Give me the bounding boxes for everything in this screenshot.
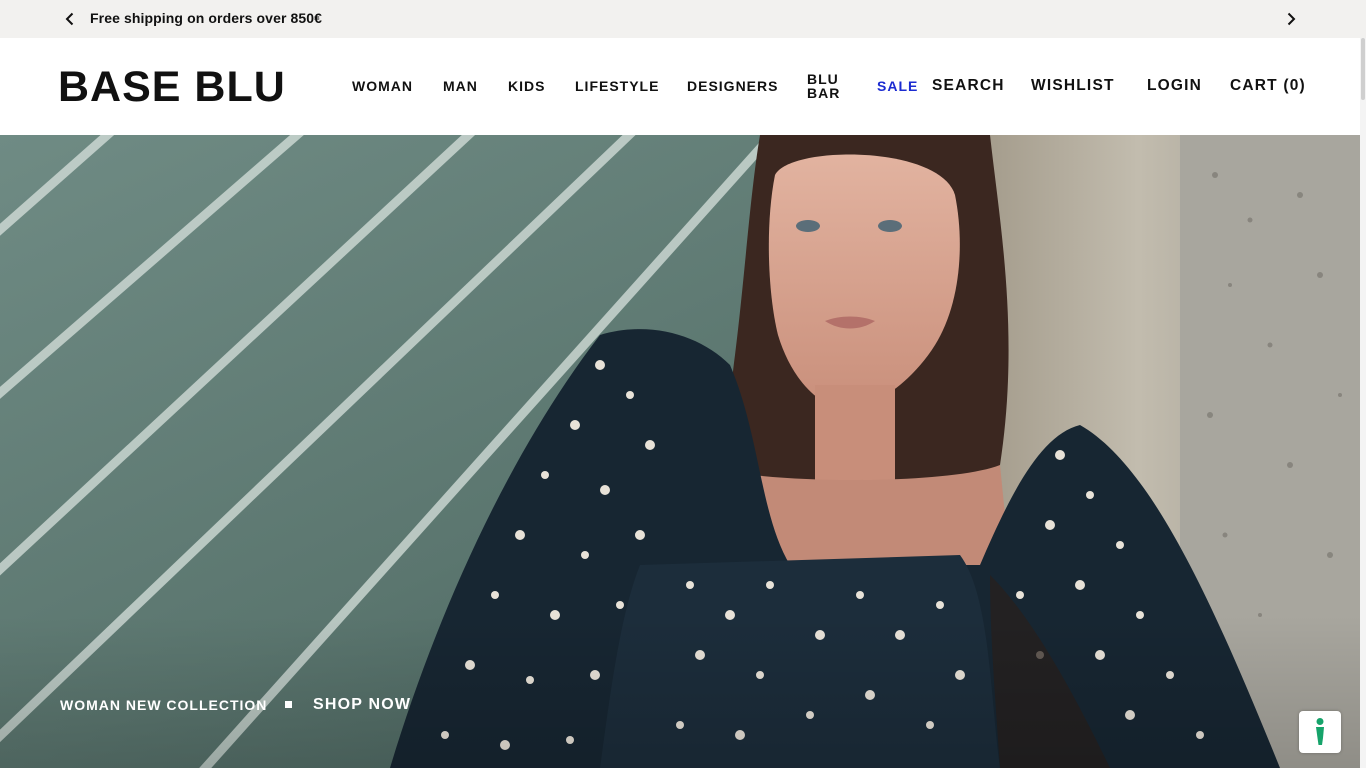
nav-woman[interactable]: WOMAN	[352, 78, 413, 94]
nav-blu-bar-line2: BAR	[807, 85, 841, 101]
page-scrollbar[interactable]	[1360, 38, 1366, 768]
announcement-bar: Free shipping on orders over 850€	[0, 0, 1366, 38]
login-link[interactable]: LOGIN	[1147, 77, 1202, 95]
chevron-right-icon[interactable]	[1281, 9, 1301, 29]
accessibility-icon	[1299, 711, 1341, 753]
nav-man[interactable]: MAN	[443, 78, 478, 94]
nav-sale[interactable]: SALE	[877, 78, 918, 94]
announcement-text: Free shipping on orders over 850€	[90, 10, 323, 26]
nav-designers[interactable]: DESIGNERS	[687, 78, 778, 94]
separator-square-icon	[285, 701, 292, 708]
cart-link[interactable]: CART (0)	[1230, 77, 1306, 95]
wishlist-link[interactable]: WISHLIST	[1031, 77, 1115, 95]
scrollbar-thumb[interactable]	[1361, 38, 1365, 100]
logo[interactable]: BASE BLU	[58, 64, 286, 110]
chevron-left-icon[interactable]	[60, 9, 80, 29]
hero-banner[interactable]	[0, 135, 1360, 768]
collection-label[interactable]: WOMAN NEW COLLECTION	[60, 697, 267, 713]
accessibility-button[interactable]	[1299, 711, 1341, 753]
search-link[interactable]: SEARCH	[932, 77, 1005, 95]
nav-lifestyle[interactable]: LIFESTYLE	[575, 78, 659, 94]
hero-overlay	[0, 615, 1360, 768]
site-header: BASE BLU WOMAN MAN KIDS LIFESTYLE DESIGN…	[0, 38, 1366, 135]
nav-blu-bar[interactable]: BLU BAR	[807, 72, 840, 100]
nav-kids[interactable]: KIDS	[508, 78, 545, 94]
shop-now-link[interactable]: SHOP NOW	[313, 696, 411, 714]
